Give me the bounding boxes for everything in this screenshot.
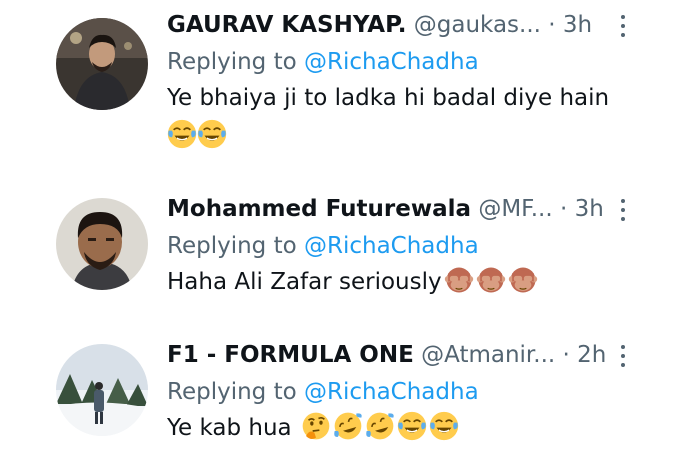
see-no-evil-monkey-emoji <box>444 267 473 293</box>
timestamp[interactable]: 3h <box>575 196 604 222</box>
replying-to: Replying to @RichaChadha <box>167 45 479 79</box>
see-no-evil-monkey-emoji <box>476 267 505 293</box>
reply-header: F1 - FORMULA ONE @Atmanir... · 2h <box>167 338 606 372</box>
user-handle[interactable]: @MF... <box>478 196 552 222</box>
reply-text-content: Haha Ali Zafar seriously <box>167 269 442 295</box>
replying-prefix: Replying to <box>167 233 297 259</box>
emoji-line <box>167 119 227 151</box>
separator-dot: · <box>559 196 568 222</box>
more-options-icon[interactable] <box>613 340 633 370</box>
timestamp[interactable]: 2h <box>577 342 606 368</box>
reply-text-content: Ye kab hua <box>167 415 292 441</box>
display-name[interactable]: GAURAV KASHYAP. <box>167 12 406 38</box>
replying-to: Replying to @RichaChadha <box>167 229 479 263</box>
reply-card[interactable]: F1 - FORMULA ONE @Atmanir... · 2h Replyi… <box>0 338 686 453</box>
mention-link[interactable]: @RichaChadha <box>304 233 479 259</box>
face-with-tears-of-joy-emoji <box>197 119 227 149</box>
reply-text: Ye bhaiya ji to ladka hi badal diye hain <box>167 85 610 111</box>
rolling-on-floor-laughing-emoji <box>366 412 394 440</box>
replying-to: Replying to @RichaChadha <box>167 375 479 409</box>
reply-header: GAURAV KASHYAP. @gaukas... · 3h <box>167 8 592 42</box>
user-handle[interactable]: @gaukas... <box>414 12 541 38</box>
rolling-on-floor-laughing-emoji <box>334 412 362 440</box>
separator-dot: · <box>548 12 556 38</box>
display-name[interactable]: F1 - FORMULA ONE <box>167 342 414 368</box>
avatar[interactable] <box>56 344 148 436</box>
face-with-tears-of-joy-emoji <box>429 411 459 441</box>
timestamp[interactable]: 3h <box>563 12 592 38</box>
reply-card[interactable]: Mohammed Futurewala @MF... · 3h Replying… <box>0 192 686 307</box>
separator-dot: · <box>562 342 570 368</box>
thinking-face-emoji <box>302 412 330 440</box>
mention-link[interactable]: @RichaChadha <box>304 49 479 75</box>
user-handle[interactable]: @Atmanir... <box>421 342 555 368</box>
avatar[interactable] <box>56 198 148 290</box>
face-with-tears-of-joy-emoji <box>167 119 197 149</box>
replying-prefix: Replying to <box>167 49 297 75</box>
reply-header: Mohammed Futurewala @MF... · 3h <box>167 192 604 226</box>
see-no-evil-monkey-emoji <box>508 267 537 293</box>
face-with-tears-of-joy-emoji <box>397 411 427 441</box>
reply-text: Ye kab hua <box>167 411 459 445</box>
more-options-icon[interactable] <box>613 194 633 224</box>
display-name[interactable]: Mohammed Futurewala <box>167 196 471 222</box>
reply-text: Haha Ali Zafar seriously <box>167 265 538 299</box>
reply-card[interactable]: GAURAV KASHYAP. @gaukas... · 3h Replying… <box>0 8 686 158</box>
replying-prefix: Replying to <box>167 379 297 405</box>
more-options-icon[interactable] <box>613 10 633 40</box>
mention-link[interactable]: @RichaChadha <box>304 379 479 405</box>
avatar[interactable] <box>56 18 148 110</box>
